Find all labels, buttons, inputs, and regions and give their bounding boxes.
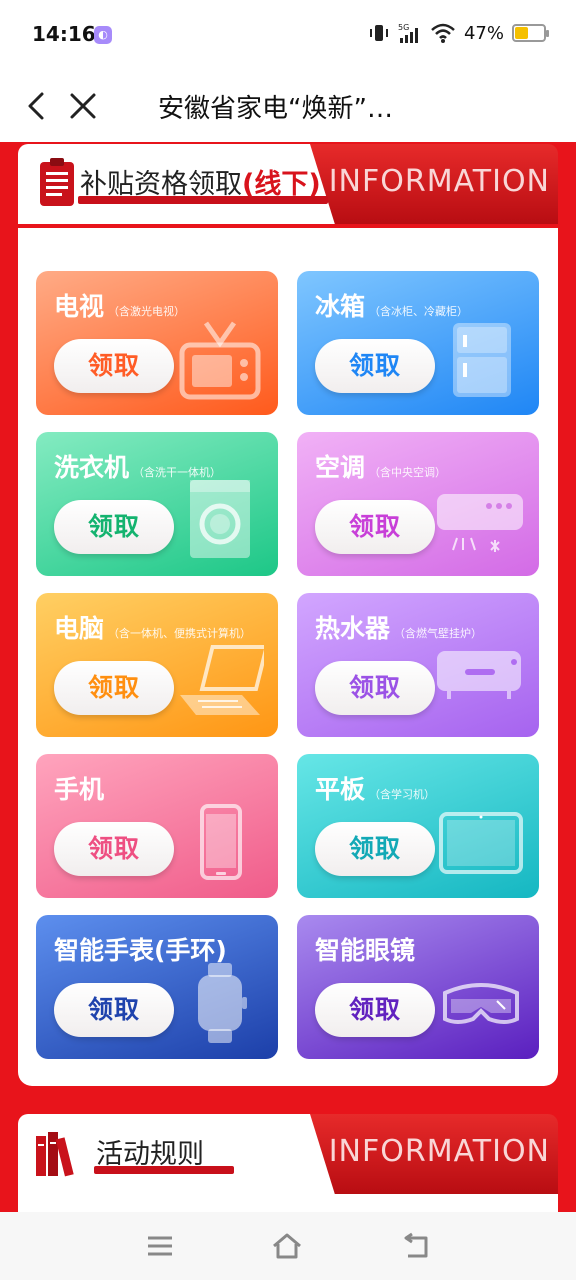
- status-time: 14:16: [32, 22, 96, 46]
- smartwatch-icon: [198, 963, 247, 1043]
- card-title: 手机: [54, 770, 104, 806]
- category-card-3[interactable]: 洗衣机 （含洗干一体机） 领取: [36, 432, 278, 576]
- status-icons: 5G 47%: [368, 22, 549, 44]
- section-title-text: 补贴资格领取: [80, 169, 242, 200]
- card-title-text: 平板: [315, 775, 366, 804]
- claim-button[interactable]: 领取: [315, 983, 435, 1037]
- card-title: 冰箱 （含冰柜、冷藏柜）: [315, 287, 468, 323]
- claim-button[interactable]: 领取: [54, 983, 174, 1037]
- close-icon[interactable]: [66, 88, 100, 124]
- claim-button[interactable]: 领取: [315, 339, 435, 393]
- card-title-text: 热水器: [315, 614, 391, 643]
- card-title-text: 智能眼镜: [315, 936, 416, 965]
- card-title: 洗衣机 （含洗干一体机）: [54, 448, 221, 484]
- card-title-text: 空调: [315, 453, 366, 482]
- card-title-text: 冰箱: [315, 292, 366, 321]
- information-banner: INFORMATION: [310, 1114, 558, 1194]
- card-title-text: 电脑: [54, 614, 105, 643]
- page-title: 安徽省家电“焕新”…: [158, 94, 393, 124]
- phone-icon: [200, 804, 242, 880]
- information-banner: INFORMATION: [310, 144, 558, 224]
- svg-text:5G: 5G: [398, 23, 409, 32]
- menu-icon[interactable]: [144, 1232, 176, 1260]
- back-nav-icon[interactable]: [400, 1232, 432, 1260]
- books-icon: [36, 1132, 74, 1177]
- claim-button[interactable]: 领取: [315, 822, 435, 876]
- tablet-icon: [439, 812, 523, 874]
- status-bar: 14:16 ◐ 5G 47%: [0, 0, 576, 70]
- card-subtitle: （含一体机、便携式计算机）: [108, 627, 252, 640]
- signal-icon: 5G: [398, 23, 418, 43]
- category-card-10[interactable]: 智能眼镜 领取: [297, 915, 539, 1059]
- card-title: 电脑 （含一体机、便携式计算机）: [54, 609, 251, 645]
- category-card-6[interactable]: 热水器 （含燃气壁挂炉） 领取: [297, 593, 539, 737]
- banner-text: INFORMATION: [328, 1134, 550, 1169]
- card-subtitle: （含冰柜、冷藏柜）: [369, 305, 469, 318]
- card-title-text: 电视: [54, 292, 105, 321]
- category-card-2[interactable]: 冰箱 （含冰柜、冷藏柜） 领取: [297, 271, 539, 415]
- back-arrow-icon[interactable]: [22, 88, 52, 124]
- laptop-icon: [180, 645, 264, 715]
- water-heater-icon: [437, 651, 521, 699]
- claim-button[interactable]: 领取: [54, 822, 174, 876]
- category-card-1[interactable]: 电视 （含激光电视） 领取: [36, 271, 278, 415]
- claim-button[interactable]: 领取: [315, 661, 435, 715]
- card-subtitle: （含学习机）: [369, 788, 436, 801]
- card-subtitle: （含中央空调）: [369, 466, 447, 479]
- fridge-icon: [453, 323, 511, 397]
- card-subtitle: （含燃气壁挂炉）: [394, 627, 483, 640]
- battery-icon: [512, 24, 549, 42]
- washing-machine-icon: [190, 480, 250, 558]
- card-subtitle: （含洗干一体机）: [133, 466, 222, 479]
- vibrate-icon: [369, 25, 388, 41]
- claim-button[interactable]: 领取: [54, 339, 174, 393]
- home-icon[interactable]: [271, 1232, 303, 1260]
- card-title: 热水器 （含燃气壁挂炉）: [315, 609, 482, 645]
- banner-text: INFORMATION: [328, 164, 550, 199]
- category-card-4[interactable]: 空调 （含中央空调） 领取: [297, 432, 539, 576]
- card-title: 空调 （含中央空调）: [315, 448, 446, 484]
- clipboard-icon: [40, 158, 74, 206]
- claim-button[interactable]: 领取: [54, 661, 174, 715]
- category-card-8[interactable]: 平板 （含学习机） 领取: [297, 754, 539, 898]
- claim-button[interactable]: 领取: [315, 500, 435, 554]
- battery-percent: 47%: [463, 22, 504, 44]
- card-title: 智能眼镜: [315, 931, 415, 967]
- card-title-text: 智能手表(手环): [54, 936, 227, 965]
- notification-app-icon: ◐: [94, 26, 112, 44]
- card-title-text: 手机: [54, 775, 105, 804]
- title-bar: 安徽省家电“焕新”…: [0, 70, 576, 142]
- section-title-rules: 活动规则: [96, 1139, 204, 1170]
- card-title: 智能手表(手环): [54, 931, 227, 967]
- page-content[interactable]: INFORMATION 补贴资格领取(线下) 电视 （含激光电视） 领取 冰箱 （含冰柜…: [0, 142, 576, 1212]
- category-card-7[interactable]: 手机 领取: [36, 754, 278, 898]
- claim-button[interactable]: 领取: [54, 500, 174, 554]
- section-title-subsidy: 补贴资格领取(线下): [80, 162, 321, 201]
- section-header-subsidy: INFORMATION 补贴资格领取(线下): [18, 144, 558, 224]
- section-header-rules: INFORMATION 活动规则: [18, 1114, 558, 1194]
- vr-glasses-icon: [443, 983, 519, 1024]
- section-title-highlight: (线下): [242, 169, 321, 200]
- air-conditioner-icon: [437, 494, 523, 552]
- subsidy-panel: 电视 （含激光电视） 领取 冰箱 （含冰柜、冷藏柜） 领取 洗衣机 （含洗干一体机） 领取 空调（…: [18, 228, 558, 1086]
- card-title-text: 洗衣机: [54, 453, 130, 482]
- category-card-5[interactable]: 电脑 （含一体机、便携式计算机） 领取: [36, 593, 278, 737]
- system-nav-bar: [0, 1212, 576, 1280]
- wifi-icon: [431, 23, 455, 43]
- card-title: 平板 （含学习机）: [315, 770, 435, 806]
- card-subtitle: （含激光电视）: [108, 305, 186, 318]
- category-card-9[interactable]: 智能手表(手环) 领取: [36, 915, 278, 1059]
- tv-icon: [179, 321, 261, 400]
- card-title: 电视 （含激光电视）: [54, 287, 185, 323]
